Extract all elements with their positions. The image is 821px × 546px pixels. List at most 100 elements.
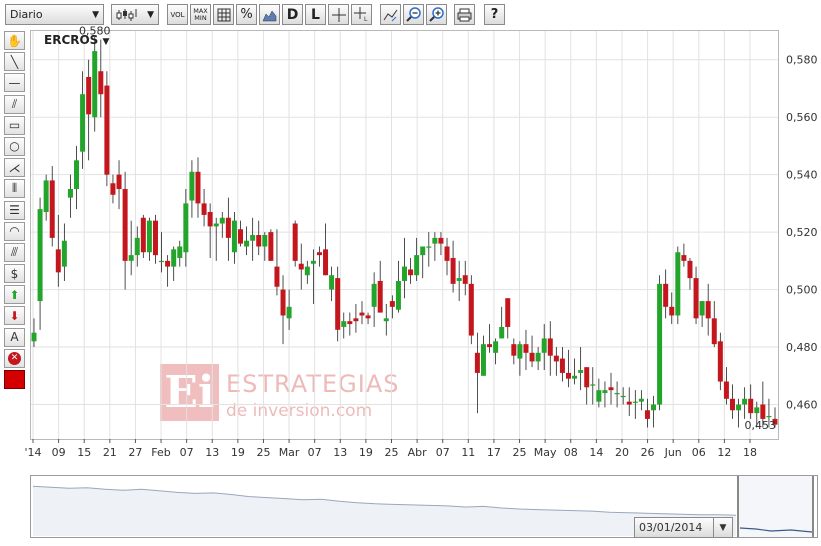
- candle-body: [323, 249, 329, 276]
- candle-body: [723, 381, 729, 399]
- ticker-label: ERCROS: [44, 33, 99, 47]
- candle-body: [541, 338, 547, 353]
- candle-body: [729, 398, 735, 411]
- x-tick-label: 19: [359, 446, 373, 459]
- candle-body: [754, 407, 760, 414]
- candle-body: [365, 315, 371, 319]
- x-tick-label: Abr: [408, 446, 428, 459]
- x-tick-label: Mar: [279, 446, 300, 459]
- x-tick-label: 15: [77, 446, 91, 459]
- navigator-handle-left[interactable]: [737, 476, 739, 537]
- candle-body: [596, 390, 602, 402]
- candle-body: [614, 393, 620, 395]
- candle-body: [663, 283, 669, 307]
- x-tick-label: 20: [615, 446, 629, 459]
- navigator-selected-window: [738, 476, 813, 537]
- candle-body: [225, 217, 231, 238]
- candle-body: [104, 85, 110, 175]
- x-tick-label: 25: [513, 446, 527, 459]
- x-tick-label: 09: [52, 446, 66, 459]
- candle-body: [74, 160, 80, 190]
- candle-body: [49, 180, 55, 238]
- candle-body: [578, 370, 584, 373]
- candle-body: [389, 301, 395, 307]
- candle-body: [171, 249, 177, 267]
- candle-body: [110, 183, 116, 195]
- candle-body: [128, 255, 134, 261]
- candle-body: [675, 252, 681, 316]
- candle-body: [517, 344, 523, 359]
- candle-body: [377, 280, 383, 313]
- candle-body: [256, 235, 262, 247]
- x-tick-label: 08: [564, 446, 578, 459]
- ticker-selector[interactable]: ERCROS ▼: [44, 33, 109, 47]
- x-tick-label: 26: [641, 446, 655, 459]
- candle-body: [250, 235, 256, 241]
- chevron-down-icon: ▼: [102, 37, 110, 47]
- y-tick-label: 0,580: [786, 54, 818, 67]
- candle-body: [505, 298, 511, 327]
- candle-body: [438, 237, 444, 244]
- x-tick-label: 18: [743, 446, 757, 459]
- x-tick-label: 21: [103, 446, 117, 459]
- candle-body: [523, 344, 529, 353]
- candle-body: [480, 344, 486, 376]
- candle-body: [341, 321, 347, 327]
- candle-body: [359, 312, 365, 316]
- candle-body: [638, 398, 644, 402]
- candle-body: [644, 410, 650, 419]
- navigator-date-select[interactable]: 03/01/2014 ▼: [634, 517, 733, 538]
- candle-body: [238, 229, 244, 244]
- candle-body: [468, 283, 474, 336]
- x-tick-label: 07: [180, 446, 194, 459]
- candle-body: [304, 266, 310, 276]
- candle-body: [699, 301, 705, 316]
- candle-body: [620, 395, 626, 398]
- candle-body: [292, 223, 298, 261]
- y-tick-label: 0,500: [786, 284, 818, 297]
- last-value-label: 0,453: [745, 419, 777, 432]
- candle-body: [43, 180, 49, 213]
- candle-body: [535, 352, 541, 362]
- candle-body: [189, 171, 195, 201]
- candle-body: [219, 217, 225, 224]
- y-axis: 0,580 0,560 0,540 0,520 0,500 0,480 0,460: [786, 54, 818, 412]
- candle-body: [693, 278, 699, 319]
- candle-body: [651, 404, 657, 411]
- candle-body: [140, 217, 146, 253]
- candle-body: [183, 203, 189, 253]
- candle-body: [274, 266, 280, 287]
- candle-body: [177, 246, 183, 258]
- candle-body: [420, 246, 426, 256]
- navigator-handle-right[interactable]: [812, 476, 814, 537]
- y-tick-label: 0,520: [786, 226, 818, 239]
- y-tick-label: 0,560: [786, 111, 818, 124]
- chevron-down-icon: ▼: [713, 518, 732, 537]
- candle-body: [98, 71, 104, 95]
- candle-body: [165, 260, 171, 267]
- candle-body: [760, 404, 766, 419]
- candle-body: [681, 255, 687, 261]
- candle-body: [626, 401, 632, 405]
- y-tick-label: 0,460: [786, 399, 818, 412]
- candle-body: [717, 341, 723, 382]
- candle-body: [572, 375, 578, 379]
- candle-body: [559, 358, 565, 373]
- candlestick-chart[interactable]: 0,580 0,560 0,540 0,520 0,500 0,480 0,460 '14 0…: [0, 0, 821, 470]
- y-tick-label: 0,480: [786, 341, 818, 354]
- candle-body: [92, 51, 98, 118]
- x-tick-label: 06: [692, 446, 706, 459]
- x-tick-label: 07: [308, 446, 322, 459]
- x-tick-label: 07: [436, 446, 450, 459]
- candle-body: [31, 332, 37, 342]
- candle-body: [456, 278, 462, 281]
- candle-body: [329, 275, 335, 290]
- candle-body: [353, 318, 359, 322]
- x-tick-label: Jun: [664, 446, 682, 459]
- candle-body: [487, 344, 493, 348]
- navigator-area: [33, 486, 736, 536]
- x-axis: '14 09 15 21 27 Feb 07 13 19 25 Mar 07 13 19 25 Abr 07 11…: [24, 439, 757, 459]
- candle-body: [37, 209, 43, 302]
- candle-body: [55, 249, 61, 273]
- candle-body: [748, 398, 754, 414]
